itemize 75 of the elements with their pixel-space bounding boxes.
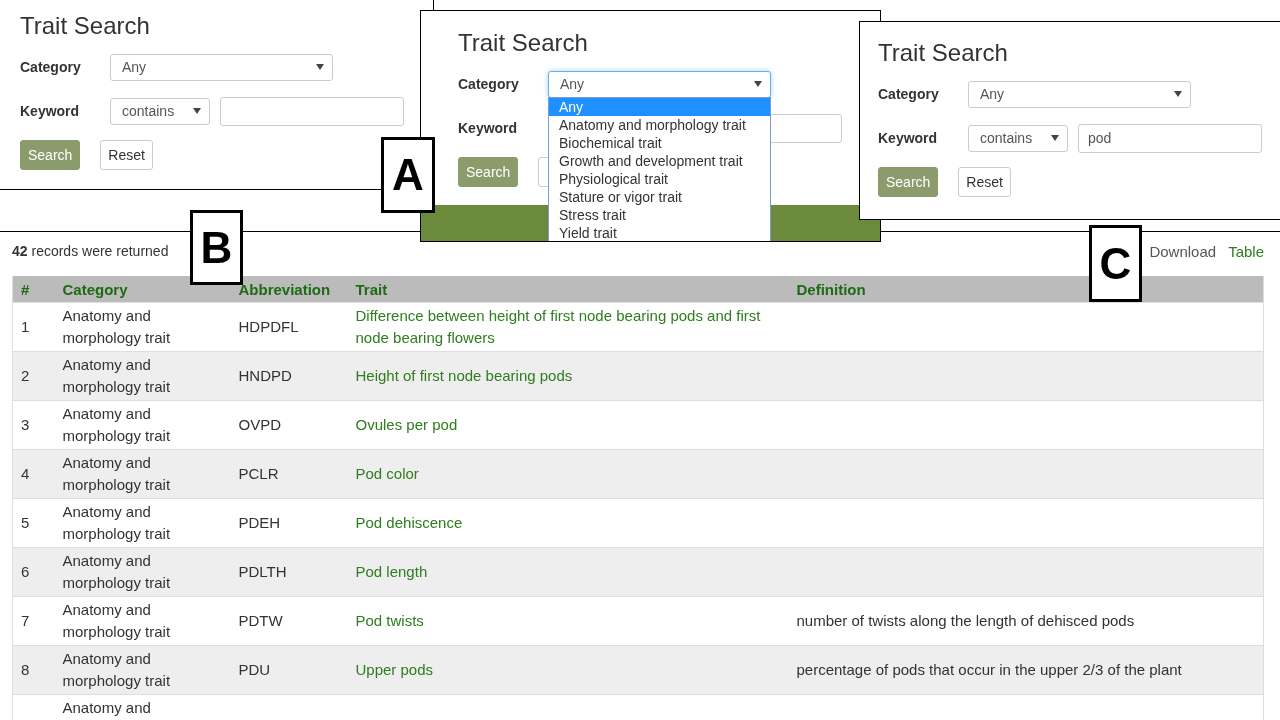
trait-link[interactable]: Difference between height of first node bearing pods and first node bearing flowers <box>355 305 781 349</box>
panel-title: Trait Search <box>458 29 588 57</box>
table-cell-text: Anatomy and morphology trait <box>62 306 172 348</box>
table-cell-text: percentage of pods that occur in the upper 2/3 of the plant <box>796 660 1183 680</box>
category-select[interactable]: Any <box>548 70 771 98</box>
caret-icon <box>1174 91 1182 97</box>
search-button[interactable]: Search <box>20 140 81 170</box>
row-number: 2 <box>21 366 31 386</box>
field-label: Category <box>458 76 520 92</box>
table-cell-text: PDU <box>238 660 272 680</box>
results-count: 42 records were returned <box>12 243 169 259</box>
field-label: Keyword <box>458 120 519 136</box>
view-link[interactable]: Table <box>1228 242 1264 260</box>
callout-label: B <box>190 210 243 285</box>
table-cell-text: PCLR <box>238 464 280 484</box>
row-number: 3 <box>21 415 31 435</box>
table-cell-text: Anatomy and morphology trait <box>62 600 172 642</box>
trait-link[interactable]: Pod twists <box>355 610 781 632</box>
reset-button[interactable]: Reset <box>958 167 1011 197</box>
callout-label: A <box>381 137 435 213</box>
table-cell-text: PDEH <box>238 513 282 533</box>
table-cell-text: HDPDFL <box>238 317 300 337</box>
keyword-field[interactable] <box>220 96 404 126</box>
operator-select[interactable]: contains <box>968 124 1068 152</box>
dropdown-option[interactable]: Biochemical trait <box>549 134 770 152</box>
row-number: 8 <box>21 660 31 680</box>
search-button[interactable]: Search <box>878 167 939 197</box>
caret-icon <box>754 81 762 87</box>
keyword-field[interactable]: pod <box>1078 123 1262 153</box>
column-header[interactable]: Category <box>54 276 231 303</box>
table-cell-text: number of twists along the length of dehisced pods <box>796 611 1136 631</box>
reset-button[interactable]: Reset <box>100 140 153 170</box>
caret-icon <box>316 64 324 70</box>
column-header[interactable]: Trait <box>347 276 789 303</box>
field-label: Keyword <box>20 103 81 119</box>
category-select[interactable]: Any <box>968 80 1191 108</box>
dropdown-option[interactable]: Physiological trait <box>549 170 770 188</box>
field-label: Keyword <box>878 130 939 146</box>
column-header[interactable]: # <box>12 276 55 303</box>
dropdown-option[interactable]: Growth and development trait <box>549 152 770 170</box>
callout-label: C <box>1089 225 1142 302</box>
search-button[interactable]: Search <box>458 157 519 187</box>
table-cell-text: Anatomy and morphology trait <box>62 649 172 691</box>
row-number: 1 <box>21 317 31 337</box>
caret-icon <box>193 108 201 114</box>
table-cell-text: Anatomy and morphology trait <box>62 453 172 495</box>
category-select[interactable]: Any <box>110 53 333 81</box>
trait-link[interactable]: Ovules per pod <box>355 414 781 436</box>
dropdown-option[interactable]: Anatomy and morphology trait <box>549 116 770 134</box>
table-cell-text: Anatomy and morphology trait <box>62 404 172 446</box>
dropdown-option[interactable]: Yield trait <box>549 224 770 241</box>
row-number: 6 <box>21 562 31 582</box>
dropdown-option[interactable]: Stature or vigor trait <box>549 188 770 206</box>
view-link[interactable]: Download <box>1149 242 1217 260</box>
dropdown-option[interactable]: Any <box>549 98 770 116</box>
trait-link[interactable]: Pod dehiscence <box>355 512 781 534</box>
column-header[interactable]: Abbreviation <box>230 276 348 303</box>
table-cell-text: PDTW <box>238 611 284 631</box>
caret-icon <box>1051 135 1059 141</box>
table-cell-text: HNDPD <box>238 366 293 386</box>
row-number: 7 <box>21 611 31 631</box>
row-number: 4 <box>21 464 31 484</box>
field-label: Category <box>878 86 940 102</box>
row-number: 5 <box>21 513 31 533</box>
table-cell-text: Anatomy and morphology trait <box>62 355 172 397</box>
table-cell-text: Anatomy and morphology trait <box>62 551 172 593</box>
table-cell-text: OVPD <box>238 415 282 435</box>
operator-select[interactable]: contains <box>110 97 210 125</box>
dropdown-option[interactable]: Stress trait <box>549 206 770 224</box>
table-cell-text: PDLTH <box>238 562 288 582</box>
panel-title: Trait Search <box>878 39 1008 67</box>
table-cell-text: Anatomy and morphology trait <box>62 502 172 544</box>
table-cell-text: Anatomy and <box>62 698 152 718</box>
field-label: Category <box>20 59 82 75</box>
panel-title: Trait Search <box>20 12 150 40</box>
